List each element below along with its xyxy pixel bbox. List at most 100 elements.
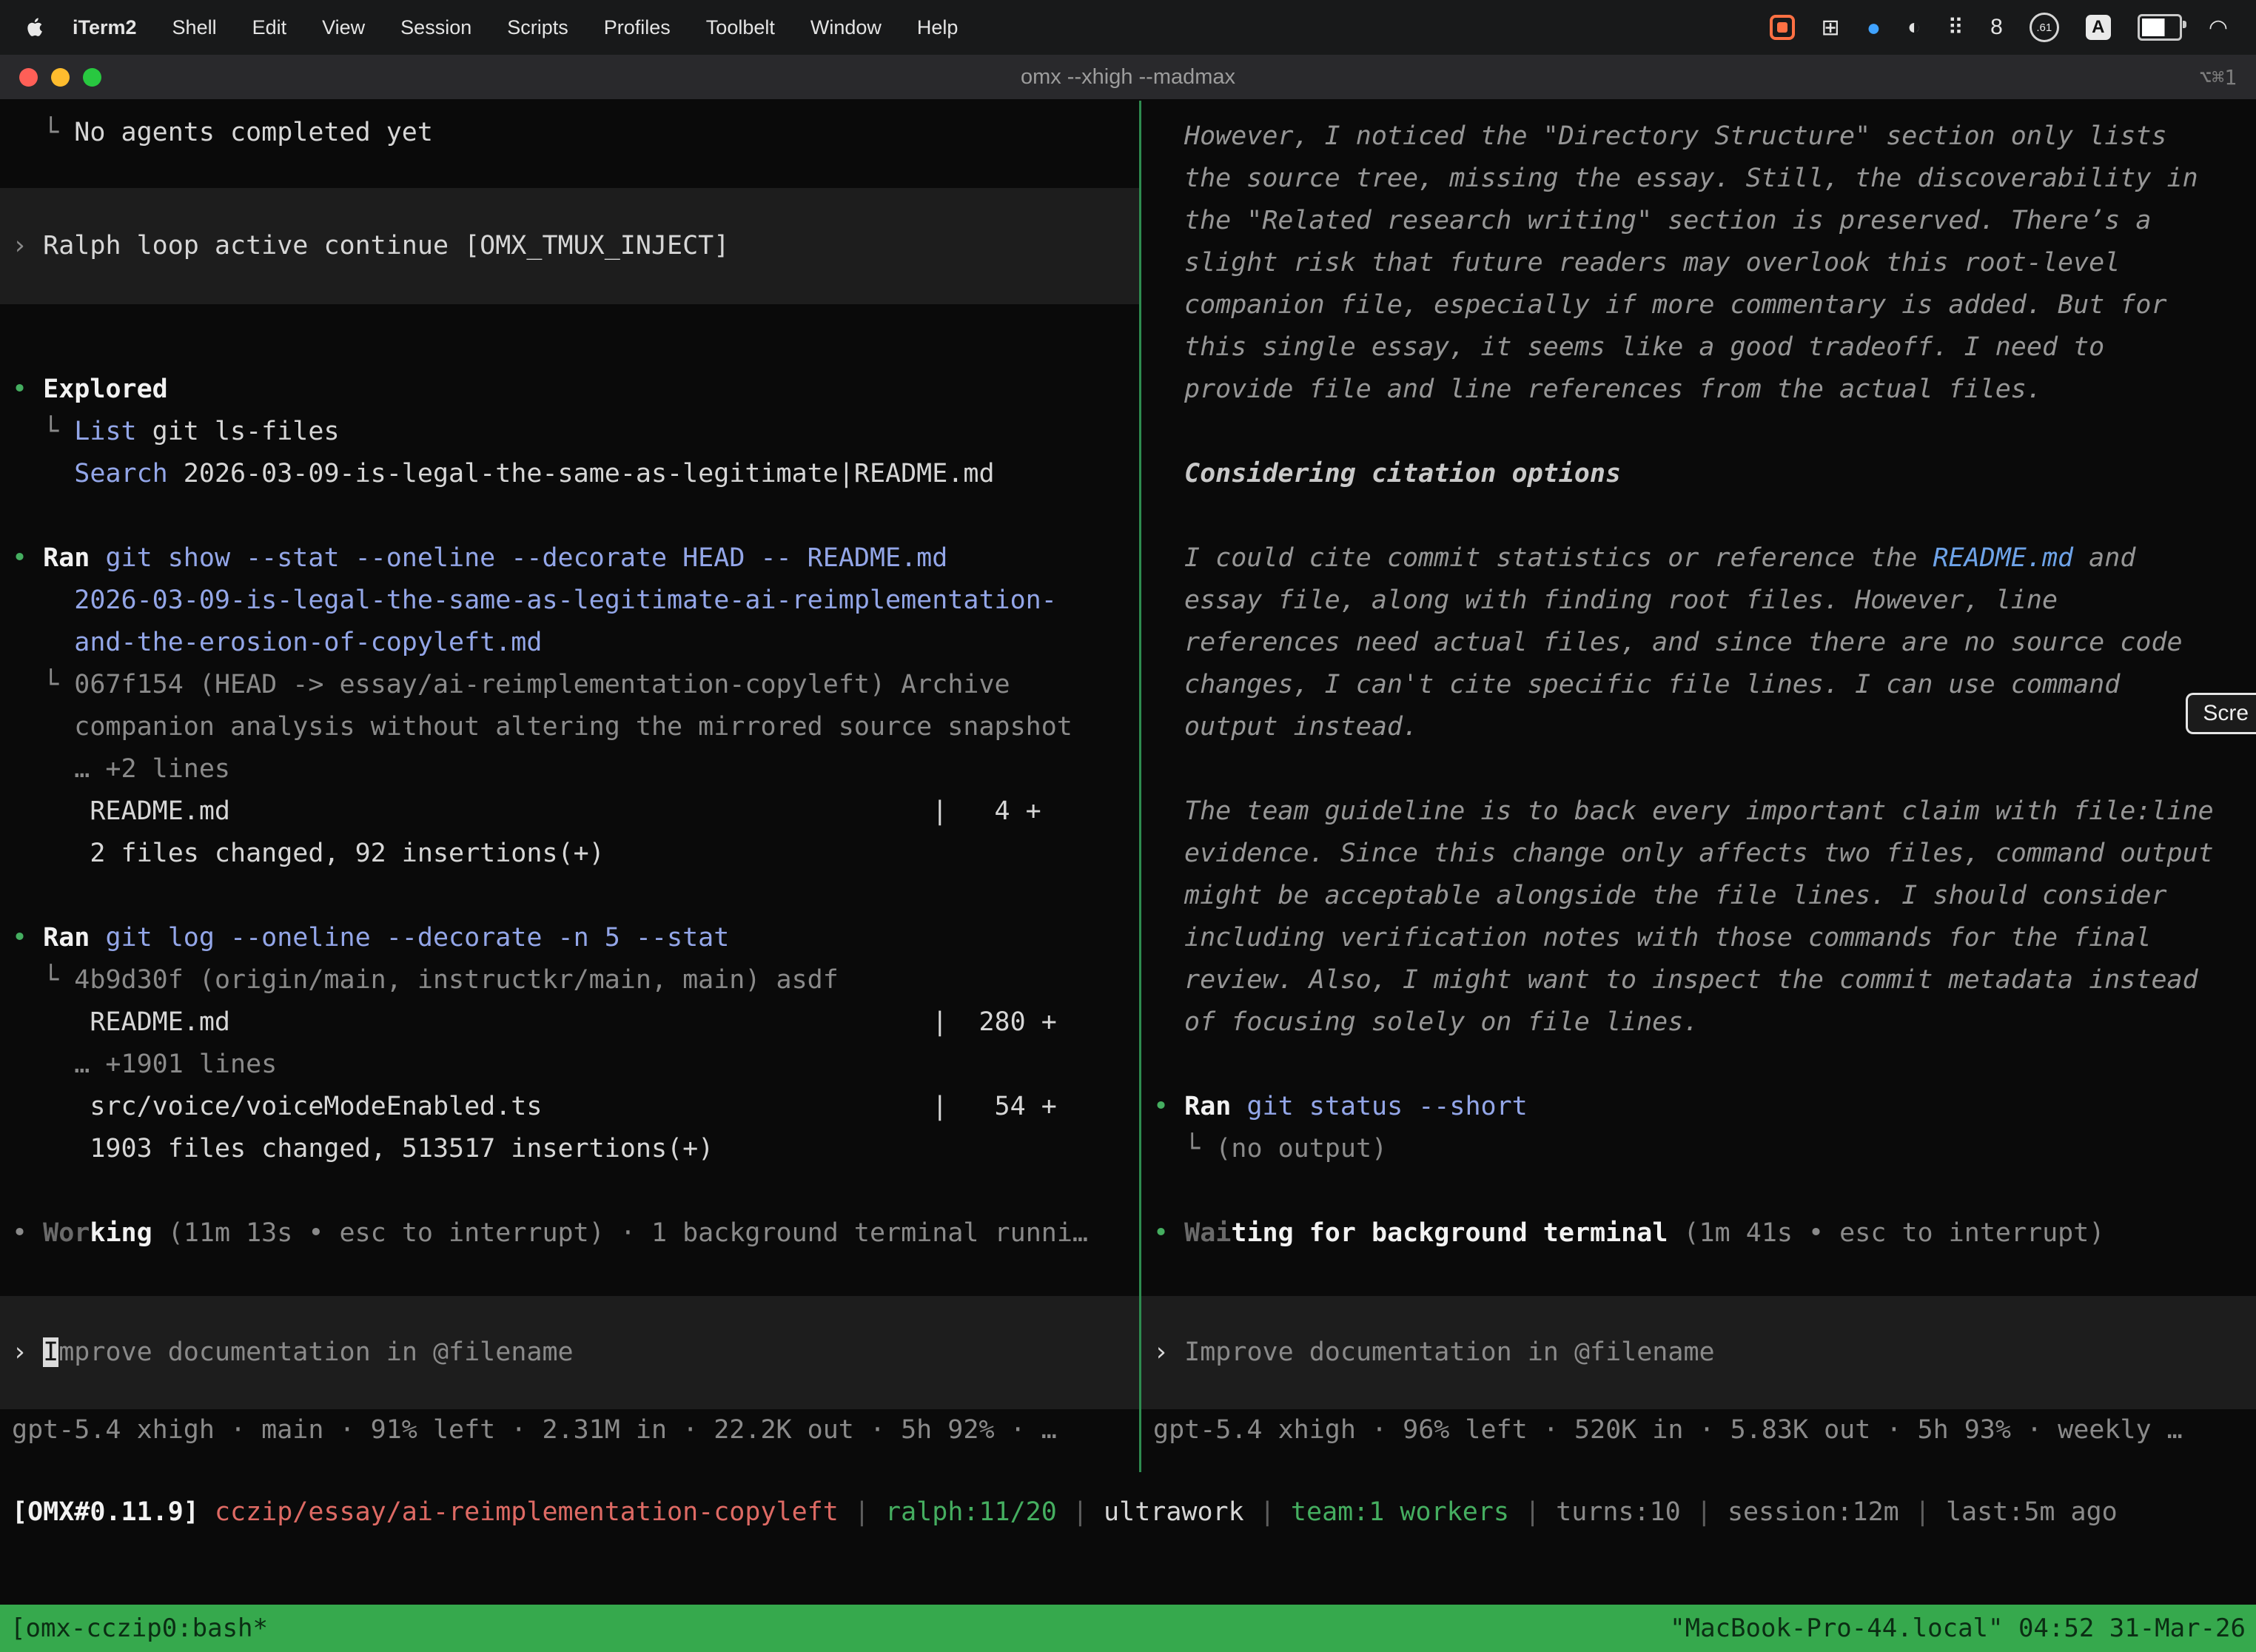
terminal-line: and-the-erosion-of-copyleft.md: [0, 622, 1139, 664]
terminal-line: [0, 875, 1139, 917]
terminal-line: including verification notes with those …: [1141, 917, 2256, 959]
terminal-line: [0, 495, 1139, 537]
prompt-chevron: ›: [1153, 1337, 1184, 1367]
terminal-line: changes, I can't cite specific file line…: [1141, 664, 2256, 706]
zoom-window-button[interactable]: [83, 68, 101, 87]
left-session-metrics: gpt-5.4 xhigh · main · 91% left · 2.31M …: [0, 1409, 1139, 1451]
terminal-line: [1141, 1044, 2256, 1086]
terminal-line: [1141, 495, 2256, 537]
right-scrollback: However, I noticed the "Directory Struct…: [1141, 101, 2256, 1212]
terminal-line: of focusing solely on file lines.: [1141, 1001, 2256, 1044]
terminal-line: evidence. Since this change only affects…: [1141, 833, 2256, 875]
menubar-item-scripts[interactable]: Scripts: [489, 16, 586, 39]
omx-status-bar: [OMX#0.11.9] cczip/essay/ai-reimplementa…: [0, 1491, 2256, 1534]
terminal-line: companion analysis without altering the …: [0, 706, 1139, 748]
tmux-panes: └ No agents completed yet › Ralph loop a…: [0, 101, 2256, 1472]
macos-menubar: iTerm2ShellEditViewSessionScriptsProfile…: [0, 0, 2256, 55]
bottom-gap: [0, 1534, 2256, 1605]
terminal-line: [0, 1170, 1139, 1212]
battery-icon[interactable]: [2138, 14, 2182, 41]
terminal-line: references need actual files, and since …: [1141, 622, 2256, 664]
terminal-line: The team guideline is to back every impo…: [1141, 790, 2256, 833]
tmux-status-bar: [omx-cczip0:bash* "MacBook-Pro-44.local"…: [0, 1605, 2256, 1652]
terminal-line: [OMX#0.11.9] cczip/essay/ai-reimplementa…: [0, 1491, 2256, 1534]
tmux-session-label: [omx-cczip0:bash*: [10, 1614, 268, 1643]
minimize-window-button[interactable]: [51, 68, 70, 87]
inject-banner: › Ralph loop active continue [OMX_TMUX_I…: [0, 188, 1139, 304]
input-source-icon[interactable]: A: [2086, 15, 2111, 40]
menubar-item-shell[interactable]: Shell: [155, 16, 235, 39]
traffic-lights: [0, 68, 101, 87]
terminal-line: └ 067f154 (HEAD -> essay/ai-reimplementa…: [0, 664, 1139, 706]
dark-app-icon[interactable]: ◐: [1907, 15, 1921, 40]
text-cursor: I: [43, 1337, 58, 1367]
screen-recording-icon[interactable]: [1770, 15, 1795, 40]
menubar-item-session[interactable]: Session: [383, 16, 489, 39]
agent-pane-left[interactable]: └ No agents completed yet › Ralph loop a…: [0, 101, 1139, 1472]
left-prompt-input[interactable]: › Improve documentation in @filename: [0, 1296, 1139, 1409]
terminal-line: provide file and line references from th…: [1141, 369, 2256, 411]
terminal-line: └ No agents completed yet: [0, 112, 1139, 154]
agent-pane-right[interactable]: However, I noticed the "Directory Struct…: [1141, 101, 2256, 1472]
inject-banner-text: Ralph loop active continue [OMX_TMUX_INJ…: [43, 231, 729, 261]
terminal-line: … +1901 lines: [0, 1044, 1139, 1086]
terminal-line: 2 files changed, 92 insertions(+): [0, 833, 1139, 875]
apple-menu-icon[interactable]: [25, 16, 44, 38]
terminal-line: output instead.: [1141, 706, 2256, 748]
menubar-item-iterm2[interactable]: iTerm2: [55, 16, 155, 39]
window-grid-icon[interactable]: ⊞: [1822, 15, 1840, 41]
terminal-line: └ (no output): [1141, 1128, 2256, 1170]
terminal-line: README.md | 280 +: [0, 1001, 1139, 1044]
menubar-item-profiles[interactable]: Profiles: [586, 16, 688, 39]
wifi-icon[interactable]: ◠: [2209, 15, 2228, 41]
terminal-line: [1141, 411, 2256, 453]
left-working-status: • Working (11m 13s • esc to interrupt) ·…: [0, 1212, 1139, 1255]
menubar-item-window[interactable]: Window: [793, 16, 899, 39]
terminal-line: src/voice/voiceModeEnabled.ts | 54 +: [0, 1086, 1139, 1128]
window-titlebar: omx --xhigh --madmax ⌥⌘1: [0, 55, 2256, 101]
percent-61-icon[interactable]: .61: [2030, 13, 2059, 42]
blue-app-icon[interactable]: ●: [1867, 14, 1881, 41]
right-prompt-input[interactable]: › Improve documentation in @filename: [1141, 1296, 2256, 1409]
terminal-line: └ List git ls-files: [0, 411, 1139, 453]
left-scrollback: └ No agents completed yet › Ralph loop a…: [0, 101, 1139, 1212]
prompt-chevron: ›: [12, 231, 43, 261]
menubar-item-view[interactable]: View: [304, 16, 383, 39]
terminal-line: [0, 326, 1139, 369]
terminal-line: 1903 files changed, 513517 insertions(+): [0, 1128, 1139, 1170]
terminal-line: • Ran git status --short: [1141, 1086, 2256, 1128]
terminal-line: [1141, 748, 2256, 790]
menubar-item-edit[interactable]: Edit: [235, 16, 305, 39]
terminal-line: this single essay, it seems like a good …: [1141, 326, 2256, 369]
terminal-line: I could cite commit statistics or refere…: [1141, 537, 2256, 580]
terminal-line: … +2 lines: [0, 748, 1139, 790]
window-title: omx --xhigh --madmax: [0, 65, 2256, 90]
terminal-line: • Explored: [0, 369, 1139, 411]
terminal-line: • Waiting for background terminal (1m 41…: [1141, 1212, 2256, 1255]
number-8-icon[interactable]: 8: [1990, 15, 2003, 40]
menubar-item-help[interactable]: Help: [899, 16, 976, 39]
terminal-line: [1141, 1170, 2256, 1212]
dots-grid-icon[interactable]: ⠿: [1947, 15, 1964, 41]
terminal-line: • Ran git log --oneline --decorate -n 5 …: [0, 917, 1139, 959]
terminal-line: essay file, along with finding root file…: [1141, 580, 2256, 622]
inject-banner-line: › Ralph loop active continue [OMX_TMUX_I…: [0, 225, 1139, 267]
terminal-line: └ 4b9d30f (origin/main, instructkr/main,…: [0, 959, 1139, 1001]
tab-shortcut-hint: ⌥⌘1: [2199, 65, 2256, 90]
right-waiting-status: • Waiting for background terminal (1m 41…: [1141, 1212, 2256, 1255]
terminal-line: the source tree, missing the essay. Stil…: [1141, 158, 2256, 200]
screen-edge-tab[interactable]: Scre: [2186, 693, 2256, 734]
close-window-button[interactable]: [19, 68, 38, 87]
terminal-line: Considering citation options: [1141, 453, 2256, 495]
terminal-line: • Ran git show --stat --oneline --decora…: [0, 537, 1139, 580]
terminal-line: • Working (11m 13s • esc to interrupt) ·…: [0, 1212, 1139, 1255]
terminal-window: └ No agents completed yet › Ralph loop a…: [0, 101, 2256, 1605]
menubar-item-toolbelt[interactable]: Toolbelt: [688, 16, 793, 39]
terminal-line: the "Related research writing" section i…: [1141, 200, 2256, 242]
terminal-line: companion file, especially if more comme…: [1141, 284, 2256, 326]
terminal-line: Search 2026-03-09-is-legal-the-same-as-l…: [0, 453, 1139, 495]
tmux-host-clock: "MacBook-Pro-44.local" 04:52 31-Mar-26: [1670, 1614, 2246, 1643]
input-text: Improve documentation in @filename: [1184, 1337, 1714, 1367]
terminal-line: slight risk that future readers may over…: [1141, 242, 2256, 284]
prompt-chevron: ›: [12, 1337, 43, 1367]
